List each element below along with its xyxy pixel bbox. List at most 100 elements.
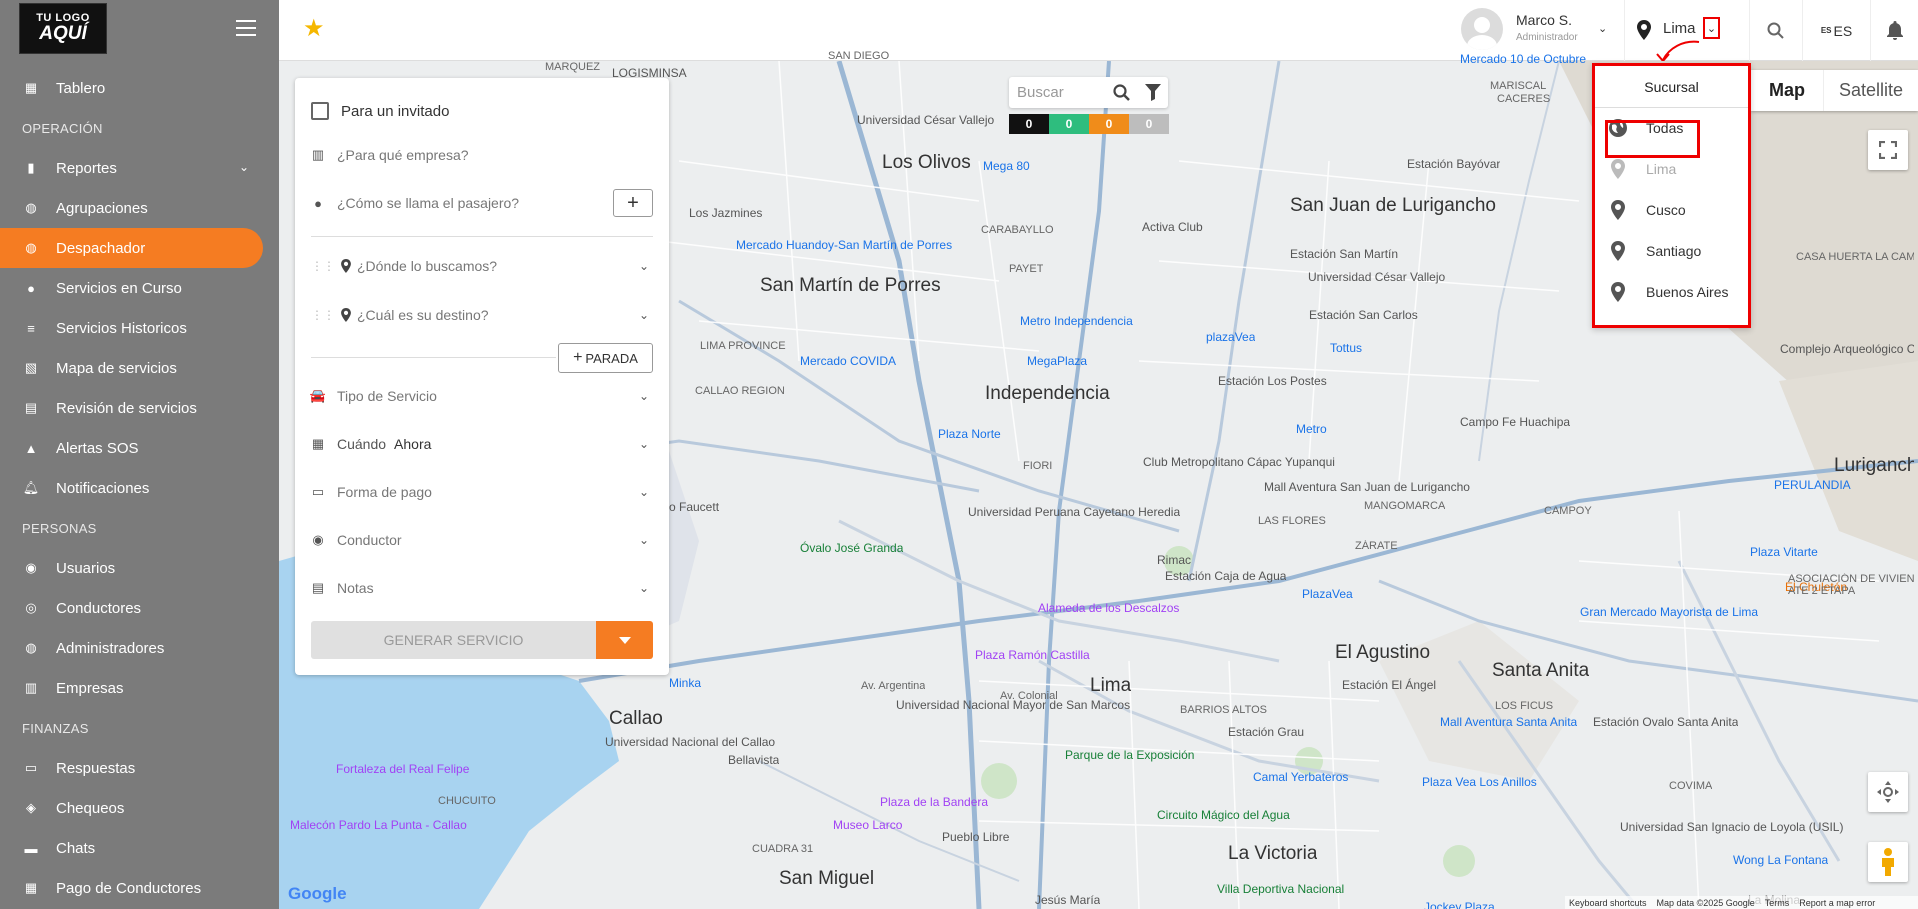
map-label[interactable]: Estación Grau — [1228, 725, 1304, 739]
map-label[interactable]: Bellavista — [728, 753, 779, 767]
generate-service-button[interactable]: GENERAR SERVICIO — [311, 621, 596, 659]
guest-checkbox[interactable] — [311, 102, 329, 120]
passenger-field[interactable]: ● ¿Cómo se llama el pasajero? — [311, 195, 611, 211]
map-label[interactable]: Club Metropolitano Cápac Yupanqui — [1143, 455, 1335, 469]
map-label[interactable]: Wong La Fontana — [1733, 853, 1828, 867]
map-label[interactable]: Callao — [609, 708, 663, 730]
filter-icon[interactable] — [1145, 84, 1161, 101]
terms-link[interactable]: Terms — [1765, 898, 1790, 908]
fullscreen-button[interactable] — [1868, 130, 1908, 170]
sidebar-item-chats[interactable]: ▬ Chats — [0, 828, 279, 868]
sidebar-item-tablero[interactable]: ▦ Tablero — [0, 68, 279, 108]
counter-black[interactable]: 0 — [1009, 114, 1049, 134]
map-label[interactable]: Rimac — [1157, 553, 1191, 567]
sidebar-item-servicios-historicos[interactable]: ≡ Servicios Historicos — [0, 308, 279, 348]
map-label[interactable]: Plaza Vitarte — [1750, 545, 1818, 559]
map-label[interactable]: Estación Ovalo Santa Anita — [1593, 715, 1738, 729]
map-label[interactable]: Mercado COVIDA — [800, 354, 896, 368]
map-label[interactable]: San Martín de Porres — [760, 275, 941, 297]
map-label[interactable]: ATE 2 ETAPA — [1788, 585, 1855, 597]
branch-option-cusco[interactable]: Cusco — [1608, 194, 1686, 226]
sidebar-item-chequeos[interactable]: ◈ Chequeos — [0, 788, 279, 828]
sidebar-item-agrupaciones[interactable]: ◍ Agrupaciones — [0, 188, 279, 228]
destination-field[interactable]: ⋮⋮ ¿Cuál es su destino? ⌄ — [311, 307, 653, 323]
map-label[interactable]: Activa Club — [1142, 220, 1203, 234]
search-button[interactable] — [1749, 0, 1802, 61]
driver-field[interactable]: ◉ Conductor ⌄ — [311, 532, 653, 548]
branch-option-buenos-aires[interactable]: Buenos Aires — [1608, 276, 1729, 308]
map-label[interactable]: Jockey Plaza — [1424, 900, 1495, 909]
map-label[interactable]: Gran Mercado Mayorista de Lima — [1580, 605, 1758, 619]
sidebar-item-alertas-sos[interactable]: ▲ Alertas SOS — [0, 428, 279, 468]
map-label[interactable]: Estación Caja de Agua — [1165, 569, 1286, 583]
map-label[interactable]: PlazaVea — [1302, 587, 1353, 601]
map-label[interactable]: CAMPOY — [1544, 505, 1592, 517]
map-label[interactable]: San Miguel — [779, 868, 874, 890]
map-label[interactable]: Camal Yerbateros — [1253, 770, 1348, 784]
map-label[interactable]: La Victoria — [1228, 843, 1317, 865]
map-label[interactable]: Los Olivos — [882, 152, 971, 174]
map-label[interactable]: Plaza Ramón Castilla — [975, 648, 1090, 662]
map-label[interactable]: LOS FICUS — [1495, 700, 1553, 712]
map-label[interactable]: PAYET — [1009, 263, 1043, 275]
map-label[interactable]: PERULANDIA — [1774, 478, 1851, 492]
map-label[interactable]: Alameda de los Descalzos — [1038, 601, 1179, 615]
map-label[interactable]: Independencia — [985, 383, 1110, 405]
branch-option-santiago[interactable]: Santiago — [1608, 235, 1701, 267]
map-label[interactable]: Campo Fe Huachipa — [1460, 415, 1570, 429]
map-label[interactable]: CARABAYLLO — [981, 224, 1054, 236]
sidebar-item-servicios-en-curso[interactable]: ● Servicios en Curso — [0, 268, 279, 308]
map-label[interactable]: Jesús María — [1035, 893, 1100, 907]
map-label[interactable]: COVIMA — [1669, 780, 1712, 792]
counter-green[interactable]: 0 — [1049, 114, 1089, 134]
map-label[interactable]: CACERES — [1497, 93, 1550, 105]
map-label[interactable]: Plaza de la Bandera — [880, 795, 988, 809]
map-label[interactable]: Mega 80 — [983, 159, 1030, 173]
map-label[interactable]: Universidad Nacional del Callao — [605, 735, 775, 749]
map-type-satellite[interactable]: Satellite — [1823, 70, 1918, 111]
map-label[interactable]: Santa Anita — [1492, 660, 1589, 682]
add-stop-button[interactable]: + PARADA — [558, 343, 653, 373]
map-label[interactable]: CUADRA 31 — [752, 843, 813, 855]
map-label[interactable]: Mall Aventura San Juan de Lurigancho — [1264, 480, 1470, 494]
map-label[interactable]: ASOCIACIÓN DE VIVIENDA — [1788, 573, 1914, 585]
map-label[interactable]: Metro Independencia — [1020, 314, 1133, 328]
drag-handle-icon[interactable]: ⋮⋮ — [311, 308, 335, 322]
map-label[interactable]: San Juan de Lurigancho — [1290, 195, 1496, 217]
language-selector[interactable]: ES ES — [1802, 0, 1870, 61]
map-label[interactable]: MARQUEZ — [545, 61, 600, 73]
map-label[interactable]: Estación El Ángel — [1342, 678, 1436, 692]
map-label[interactable]: MegaPlaza — [1027, 354, 1087, 368]
map-label[interactable]: Universidad César Vallejo — [857, 113, 994, 127]
map-label[interactable]: Estación San Martín — [1290, 247, 1398, 261]
map-label[interactable]: Plaza Norte — [938, 427, 1001, 441]
map-label[interactable]: Universidad Peruana Cayetano Heredia — [968, 505, 1180, 519]
map-label[interactable]: CASA HUERTA LA CAMPIÑA — [1796, 251, 1914, 263]
map-label[interactable]: Mercado 10 de Octubre — [1460, 52, 1586, 66]
map-label[interactable]: LIMA PROVINCE — [700, 340, 786, 352]
map-label[interactable]: Minka — [669, 676, 701, 690]
map-label[interactable]: El Agustino — [1335, 642, 1430, 664]
map-label[interactable]: Metro — [1296, 422, 1327, 436]
map-label[interactable]: LAS FLORES — [1258, 515, 1326, 527]
map-label[interactable]: Universidad César Vallejo — [1308, 270, 1445, 284]
notifications-button[interactable] — [1870, 0, 1918, 61]
sidebar-item-pago-de-conductores[interactable]: ▦ Pago de Conductores — [0, 868, 279, 908]
branch-selector[interactable]: Lima ⌄ — [1624, 0, 1749, 63]
map-label[interactable]: Lima — [1090, 675, 1131, 697]
star-icon[interactable]: ★ — [303, 14, 325, 43]
map-label[interactable]: Mercado Huandoy-San Martín de Porres — [736, 238, 952, 252]
map-label[interactable]: Mall Aventura Santa Anita — [1440, 715, 1577, 729]
map-label[interactable]: Plaza Vea Los Anillos — [1422, 775, 1537, 789]
map-label[interactable]: MANGOMARCA — [1364, 500, 1445, 512]
map-label[interactable]: Av. Argentina — [861, 680, 925, 692]
map-label[interactable]: Villa Deportiva Nacional — [1217, 882, 1344, 896]
sidebar-item-usuarios[interactable]: ◉ Usuarios — [0, 548, 279, 588]
generate-options-button[interactable] — [596, 621, 653, 659]
map-label[interactable]: SAN DIEGO — [828, 50, 889, 62]
map-search-input[interactable]: Buscar — [1009, 77, 1168, 108]
sidebar-item-empresas[interactable]: ▥ Empresas — [0, 668, 279, 708]
sidebar-item-reportes[interactable]: ▮ Reportes ⌄ — [0, 148, 279, 188]
map-label[interactable]: Óvalo José Granda — [800, 541, 903, 555]
map-label[interactable]: Pueblo Libre — [942, 830, 1009, 844]
